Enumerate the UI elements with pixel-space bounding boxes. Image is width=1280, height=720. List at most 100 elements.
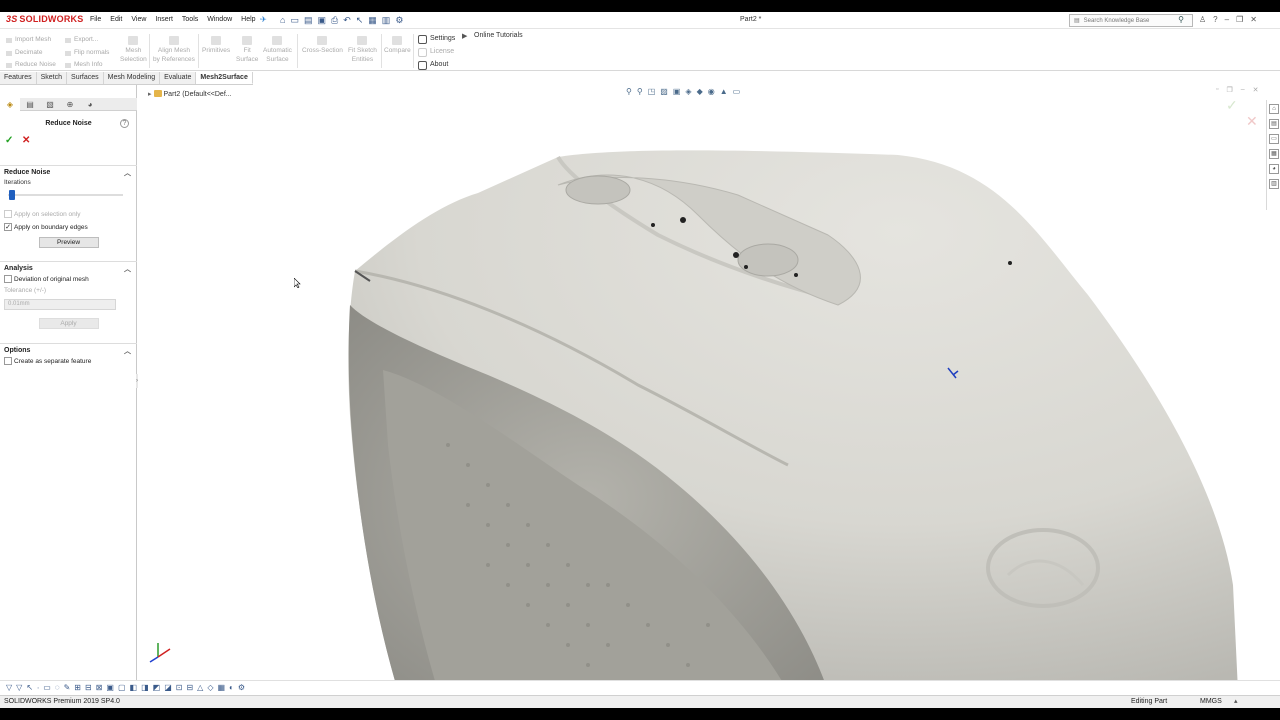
save-icon[interactable]: ▣: [317, 15, 326, 26]
checkbox[interactable]: [4, 275, 12, 283]
design-library-icon[interactable]: ▤: [1269, 119, 1279, 129]
fit-sketch-entities-button[interactable]: Fit Sketch Entities: [348, 36, 377, 64]
cross-section-button[interactable]: Cross-Section: [302, 36, 343, 55]
primitives-button[interactable]: Primitives: [202, 36, 230, 55]
import-mesh-button[interactable]: Import Mesh: [6, 34, 56, 47]
dimxpert-tab-icon[interactable]: ⊕: [60, 98, 80, 111]
grow-selection-icon[interactable]: ⊞: [74, 683, 81, 692]
zoom-area-icon[interactable]: ⚲: [637, 87, 643, 96]
hide-show-icon[interactable]: ◆: [697, 87, 703, 96]
undo-icon[interactable]: ↶: [343, 15, 351, 26]
help-icon[interactable]: ?: [1213, 15, 1217, 24]
tab-mesh2surface[interactable]: Mesh2Surface: [196, 72, 253, 84]
solidworks-resources-icon[interactable]: ⌂: [1269, 104, 1279, 114]
units-system[interactable]: MMGS: [1200, 698, 1222, 705]
new-document-icon[interactable]: ▭: [290, 15, 299, 26]
confirmation-ok-icon[interactable]: ✓: [1226, 97, 1238, 114]
checkbox-checked[interactable]: ✓: [4, 223, 12, 231]
feature-manager-tab-icon[interactable]: ◈: [0, 98, 20, 111]
tab-mesh-modeling[interactable]: Mesh Modeling: [104, 72, 161, 84]
filter-icon[interactable]: ▽: [6, 683, 12, 692]
display-manager-tab-icon[interactable]: ◕: [80, 98, 100, 111]
view-palette-icon[interactable]: ▦: [1269, 149, 1279, 159]
menu-file[interactable]: File: [90, 16, 101, 23]
rebuild-icon[interactable]: ▦: [368, 15, 377, 26]
expand-arrow-icon[interactable]: ▸: [148, 91, 152, 98]
mesh-model[interactable]: [138, 85, 1266, 691]
align-mesh-button[interactable]: Align Mesh by References: [153, 36, 195, 64]
view-orientation-icon[interactable]: ▣: [673, 87, 681, 96]
scene-icon[interactable]: ▲: [720, 87, 728, 96]
apply-button[interactable]: Apply: [38, 318, 99, 329]
show-all-icon[interactable]: ◨: [141, 683, 149, 692]
user-icon[interactable]: ♙: [1199, 15, 1206, 24]
select-tool-icon[interactable]: ↖: [26, 683, 33, 692]
configuration-manager-tab-icon[interactable]: ▧: [40, 98, 60, 111]
view-settings-icon[interactable]: ▭: [733, 87, 741, 96]
pin-icon[interactable]: ✈: [260, 15, 267, 24]
feature-edge-icon[interactable]: ⊟: [186, 683, 193, 692]
wireframe-icon[interactable]: ▦: [217, 683, 225, 692]
zoom-to-fit-icon[interactable]: ⚲: [626, 87, 632, 96]
export-button[interactable]: Export...: [65, 34, 109, 47]
ok-check-icon[interactable]: ✓: [5, 135, 13, 146]
decimate-button[interactable]: Decimate: [6, 47, 56, 60]
section-header[interactable]: Options ︿: [0, 344, 137, 357]
minimize-icon[interactable]: –: [1225, 15, 1229, 24]
mesh-info-button[interactable]: Mesh Info: [65, 59, 109, 72]
search-knowledge-base-input[interactable]: ▤ Search Knowledge Base ⚲: [1069, 14, 1193, 27]
section-view-icon[interactable]: ▨: [660, 87, 668, 96]
search-icon[interactable]: ⚲: [1178, 15, 1184, 24]
checkbox[interactable]: [4, 357, 12, 365]
license-link[interactable]: License: [418, 45, 455, 58]
print-icon[interactable]: ⎙: [331, 15, 338, 26]
color-map-icon[interactable]: ◐: [229, 683, 234, 692]
menu-edit[interactable]: Edit: [110, 16, 122, 23]
chevron-up-icon[interactable]: ︿: [124, 346, 131, 356]
lasso-select-icon[interactable]: ◌: [55, 683, 60, 692]
shrink-selection-icon[interactable]: ⊟: [85, 683, 92, 692]
point-select-icon[interactable]: ∙: [37, 683, 39, 692]
about-link[interactable]: About: [418, 58, 455, 71]
appearances-icon[interactable]: ◕: [1269, 164, 1279, 174]
help-icon[interactable]: ?: [120, 119, 129, 128]
flip-normals-button[interactable]: Flip normals: [65, 47, 109, 60]
appearance-icon[interactable]: ◉: [708, 87, 715, 96]
tab-features[interactable]: Features: [0, 72, 37, 84]
settings-link[interactable]: Settings: [418, 32, 455, 45]
menu-insert[interactable]: Insert: [155, 16, 173, 23]
apply-on-boundary-checkbox[interactable]: ✓ Apply on boundary edges: [0, 223, 137, 231]
fill-holes-icon[interactable]: ◩: [153, 683, 161, 692]
cancel-x-icon[interactable]: ✕: [22, 135, 30, 146]
section-header[interactable]: Reduce Noise ︿: [0, 166, 137, 179]
online-tutorials-link[interactable]: Online Tutorials: [462, 32, 523, 40]
viewport-minimize-icon[interactable]: –: [1241, 86, 1245, 94]
hide-selection-icon[interactable]: ◧: [130, 683, 138, 692]
select-all-icon[interactable]: ▣: [106, 683, 114, 692]
section-header[interactable]: Analysis ︿: [0, 262, 137, 275]
options-gear-icon[interactable]: ⚙: [395, 15, 403, 26]
chevron-up-icon[interactable]: ︿: [124, 264, 131, 274]
box-select-icon[interactable]: ▭: [43, 683, 51, 692]
display-mesh-icon[interactable]: ◇: [207, 683, 213, 692]
viewport-restore-icon[interactable]: ▫: [1216, 86, 1218, 94]
file-explorer-icon[interactable]: ▭: [1269, 134, 1279, 144]
tab-evaluate[interactable]: Evaluate: [160, 72, 197, 84]
confirmation-cancel-icon[interactable]: ✕: [1246, 113, 1258, 130]
viewport-close-icon[interactable]: ✕: [1253, 86, 1259, 94]
fit-surface-button[interactable]: Fit Surface: [236, 36, 258, 64]
settings-icon[interactable]: ⚙: [238, 683, 245, 692]
menu-help[interactable]: Help: [241, 16, 255, 23]
previous-view-icon[interactable]: ◳: [648, 87, 656, 96]
compare-button[interactable]: Compare: [384, 36, 411, 55]
chevron-up-icon[interactable]: ︿: [124, 168, 131, 178]
checkbox[interactable]: [4, 210, 12, 218]
delete-selected-icon[interactable]: ◪: [164, 683, 172, 692]
clear-selection-icon[interactable]: ▢: [118, 683, 126, 692]
automatic-surface-button[interactable]: Automatic Surface: [263, 36, 292, 64]
edge-loop-icon[interactable]: ⊡: [176, 683, 183, 692]
brush-select-icon[interactable]: ✎: [64, 683, 71, 692]
open-icon[interactable]: ▤: [304, 15, 313, 26]
menu-window[interactable]: Window: [207, 16, 232, 23]
iterations-slider[interactable]: [8, 190, 123, 200]
